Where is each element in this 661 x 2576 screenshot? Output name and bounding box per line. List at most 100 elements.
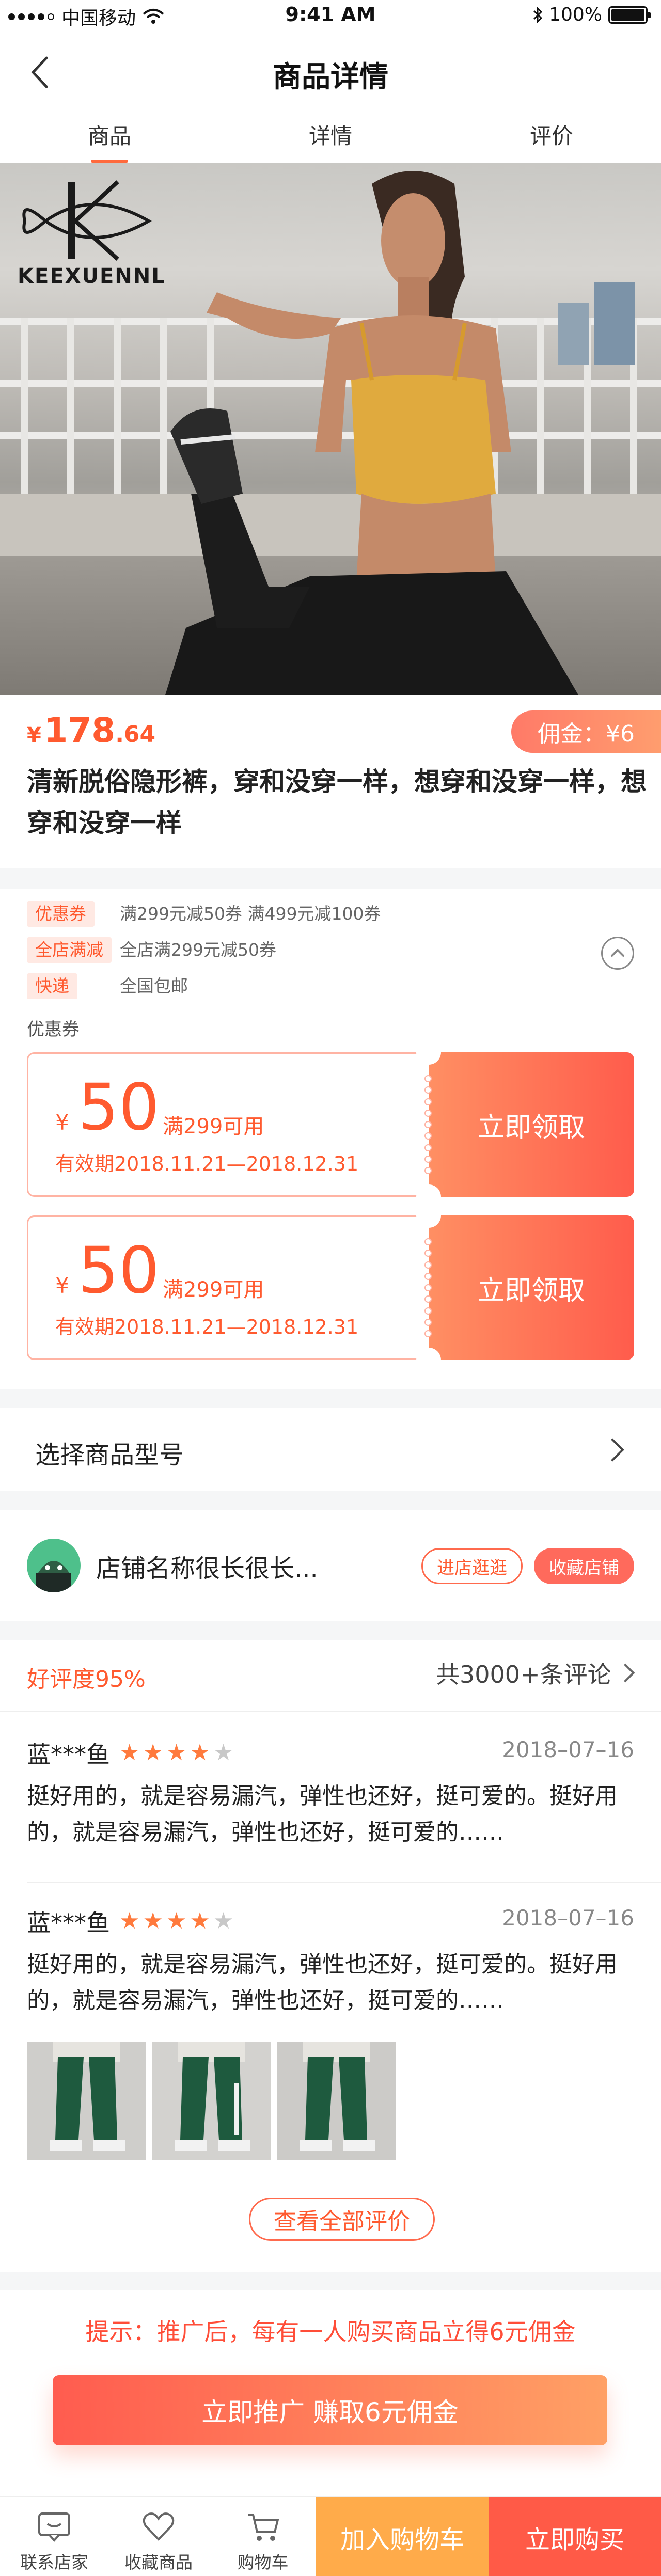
coupon-validity: 有效期2018.11.21—2018.12.31 [55, 1316, 359, 1338]
coupon-amount: 50 [78, 1070, 160, 1145]
section-divider [0, 1621, 661, 1640]
battery-area: 100% [532, 4, 651, 25]
coupon-perforation [424, 1238, 433, 1337]
tab-bar: 商品 详情 评价 [0, 115, 661, 163]
section-divider [0, 1491, 661, 1510]
claim-coupon-button[interactable]: 立即领取 [429, 1052, 634, 1197]
status-bar: 中国移动 9:41 AM 100% [0, 0, 661, 33]
star-icon: ★ [119, 1740, 140, 1766]
product-title: 清新脱俗隐形裤，穿和没穿一样，想穿和没穿一样，想穿和没穿一样 [27, 767, 647, 838]
bluetooth-icon [533, 6, 543, 24]
divider [27, 1882, 661, 1883]
promo-text-store-discount: 全店满299元减50券 [120, 940, 276, 960]
coupon-notch [416, 1348, 441, 1372]
coupon-info: ¥ 50 满299可用 有效期2018.11.21—2018.12.31 [27, 1215, 429, 1360]
promotion-tip: 提示：推广后，每有一人购买商品立得6元佣金 [85, 2318, 576, 2346]
tab-details[interactable]: 详情 [279, 119, 382, 150]
coupon-section-label: 优惠券 [27, 1019, 80, 1040]
price-currency: ¥ [27, 723, 41, 747]
brand-logo: KEEXUENNL [14, 178, 169, 291]
price-integer: 178 [44, 710, 116, 750]
coupon-validity: 有效期2018.11.21—2018.12.31 [55, 1152, 359, 1175]
coupon-currency: ¥ [55, 1273, 69, 1298]
favorite-item-label: 收藏商品 [124, 2552, 193, 2572]
page-title: 商品详情 [273, 60, 388, 94]
review-date: 2018–07–16 [502, 1905, 634, 1931]
promo-tag-store-discount: 全店满减 [27, 937, 112, 963]
review-item: 蓝***鱼 ★ ★ ★ ★ ★ [27, 1736, 233, 1770]
favorite-item-button[interactable]: 收藏商品 [104, 2497, 213, 2576]
star-icon: ★ [190, 1908, 210, 1934]
promo-text-shipping: 全国包邮 [120, 976, 188, 996]
star-icon: ★ [166, 1740, 187, 1766]
review-photo[interactable] [152, 2042, 271, 2160]
star-empty-icon: ★ [213, 1908, 234, 1934]
review-item: 蓝***鱼 ★ ★ ★ ★ ★ [27, 1904, 233, 1938]
promo-tag-shipping: 快递 [27, 973, 77, 999]
claim-coupon-button[interactable]: 立即领取 [429, 1215, 634, 1360]
review-count: 共3000+条评论 [436, 1661, 611, 1688]
add-to-cart-button[interactable]: 加入购物车 [316, 2497, 489, 2576]
star-rating: ★ ★ ★ ★ ★ [119, 1910, 233, 1933]
coupon-card: ¥ 50 满299可用 有效期2018.11.21—2018.12.31 立即领… [27, 1040, 634, 1209]
coupon-amount: 50 [78, 1234, 160, 1308]
chevron-right-icon [601, 1438, 624, 1462]
coupon-info: ¥ 50 满299可用 有效期2018.11.21—2018.12.31 [27, 1052, 429, 1197]
product-price: ¥ 178.64 [27, 710, 155, 750]
visit-shop-button[interactable]: 进店逛逛 [421, 1548, 523, 1584]
shop-logo-icon [36, 1561, 71, 1592]
cart-label: 购物车 [237, 2552, 289, 2572]
star-rating: ★ ★ ★ ★ ★ [119, 1742, 233, 1764]
star-icon: ★ [166, 1908, 187, 1934]
promote-button[interactable]: 立即推广 赚取6元佣金 [53, 2375, 607, 2445]
review-text: 挺好用的，就是容易漏汽，弹性也还好，挺可爱的。挺好用的，就是容易漏汽，弹性也还好… [27, 1783, 618, 1845]
coupon-condition: 满299可用 [163, 1278, 264, 1302]
product-hero-image: KEEXUENNL [0, 163, 661, 695]
shop-avatar [27, 1539, 81, 1592]
coupon-condition: 满299可用 [163, 1115, 264, 1139]
battery-percent: 100% [549, 4, 602, 25]
divider [0, 1711, 661, 1712]
star-empty-icon: ★ [213, 1740, 234, 1766]
chat-icon [38, 2512, 70, 2542]
product-detail-page: 中国移动 9:41 AM 100% 商品详情 商品 详情 评价 KEEXUENN… [0, 0, 661, 2576]
battery-icon [608, 6, 651, 24]
contact-seller-button[interactable]: 联系店家 [0, 2497, 108, 2576]
tab-reviews[interactable]: 评价 [500, 119, 603, 150]
coupon-currency: ¥ [55, 1110, 69, 1135]
tab-goods[interactable]: 商品 [58, 119, 161, 163]
commission-badge: 佣金：¥6 [511, 710, 661, 753]
select-model-label: 选择商品型号 [35, 1441, 184, 1469]
buy-now-button[interactable]: 立即购买 [489, 2497, 661, 2576]
select-model-row[interactable]: 选择商品型号 [0, 1408, 661, 1491]
chevron-right-icon [616, 1663, 635, 1683]
coupon-notch [416, 1203, 441, 1228]
favorite-shop-button[interactable]: 收藏店铺 [534, 1548, 634, 1584]
chevron-up-icon [611, 949, 624, 957]
review-photo[interactable] [277, 2042, 396, 2160]
promo-tag-coupon: 优惠券 [27, 901, 95, 927]
bottom-action-bar: 联系店家 收藏商品 购物车 加入购物车 立即购买 [0, 2496, 661, 2576]
review-count-link[interactable]: 共3000+条评论 [436, 1657, 635, 1688]
heart-icon [143, 2512, 175, 2541]
section-divider [0, 1389, 661, 1408]
coupon-notch [416, 1040, 441, 1065]
review-photo[interactable] [27, 2042, 146, 2160]
price-decimal: .64 [115, 721, 156, 748]
star-icon: ★ [190, 1740, 210, 1766]
brand-logo-icon [22, 180, 152, 261]
collapse-promos-button[interactable] [601, 937, 634, 970]
shop-name: 店铺名称很长很长... [96, 1554, 318, 1583]
view-all-reviews-button[interactable]: 查看全部评价 [249, 2198, 435, 2241]
cart-button[interactable]: 购物车 [209, 2497, 317, 2576]
cart-icon [248, 2514, 279, 2541]
brand-name: KEEXUENNL [18, 264, 166, 288]
section-divider [0, 2272, 661, 2290]
section-divider [0, 868, 661, 889]
promo-text-coupon: 满299元减50券 满499元减100券 [120, 904, 381, 924]
star-icon: ★ [143, 1908, 163, 1934]
star-icon: ★ [143, 1740, 163, 1766]
review-date: 2018–07–16 [502, 1737, 634, 1762]
contact-seller-label: 联系店家 [20, 2552, 88, 2572]
coupon-card: ¥ 50 满299可用 有效期2018.11.21—2018.12.31 立即领… [27, 1203, 634, 1372]
